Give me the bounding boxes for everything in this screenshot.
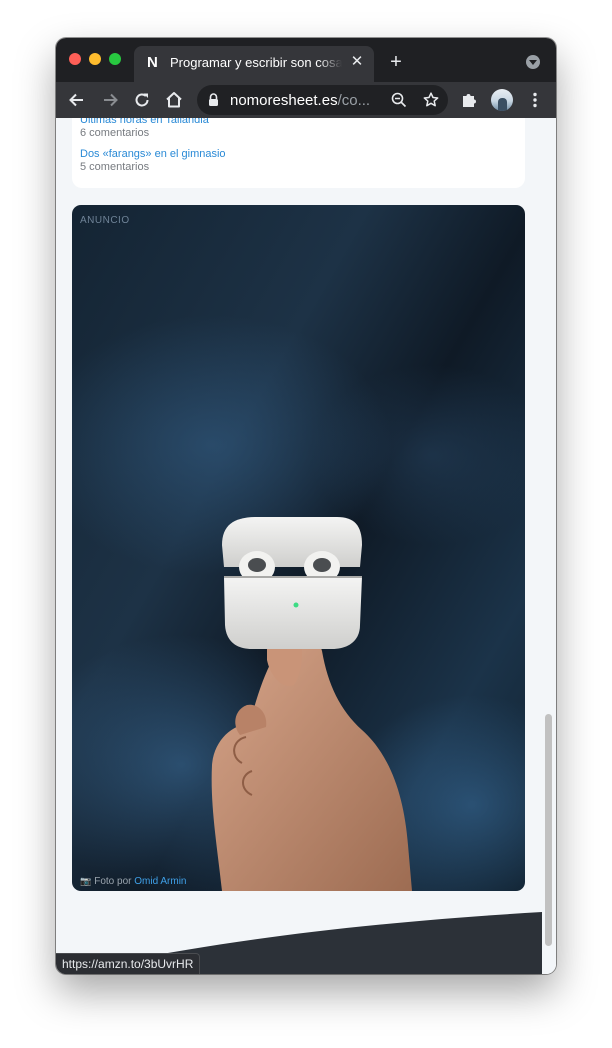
url-path: /co... [337,92,371,109]
post-comment-count: 5 comentarios [80,161,150,173]
forward-button[interactable] [97,87,123,113]
tab-title: Programar y escribir son cosas parecidas [170,55,342,71]
airpods-in-hand-photo [211,517,412,891]
minimize-window-button[interactable] [89,53,101,65]
bookmark-star-icon[interactable] [422,91,440,109]
reload-icon [135,93,149,107]
page-viewport: Últimas horas en Tailandia 6 comentarios… [56,118,556,974]
photo-credit: 📷 Foto por Omid Armin [80,875,186,888]
back-button[interactable] [64,87,90,113]
puzzle-icon [463,94,476,107]
lock-icon [209,93,218,106]
address-bar[interactable]: nomoresheet.es/co... [197,85,448,115]
home-button[interactable] [161,87,187,113]
site-favicon-icon: N [147,54,158,71]
tab-strip: N Programar y escribir son cosas parecid… [56,38,556,82]
post-link[interactable]: Últimas horas en Tailandia [80,118,209,127]
browser-window: N Programar y escribir son cosas parecid… [56,38,556,974]
extensions-button[interactable] [456,87,482,113]
forward-arrow-icon [104,93,118,107]
credit-prefix: Foto por [94,876,132,887]
reload-button[interactable] [129,87,155,113]
link-status-bubble: https://amzn.to/3bUvrHR [56,953,201,974]
url-text: nomoresheet.es/co... [230,92,370,109]
profile-avatar[interactable] [491,89,513,111]
post-comment-count: 6 comentarios [80,127,150,139]
credit-author-link[interactable]: Omid Armin [134,876,186,887]
home-icon [166,92,182,108]
ad-banner[interactable]: ANUNCIO 📷 Foto por Omid Armin [72,205,525,891]
browser-menu-button[interactable] [522,87,548,113]
camera-icon: 📷 [80,876,92,886]
vertical-scrollbar[interactable] [542,118,556,974]
maximize-window-button[interactable] [109,53,121,65]
zoom-out-icon[interactable] [390,91,408,109]
tab-search-icon[interactable] [526,55,540,69]
url-domain: nomoresheet.es [230,92,338,109]
recent-posts-card: Últimas horas en Tailandia 6 comentarios… [72,118,525,188]
scrollbar-thumb[interactable] [545,714,552,946]
new-tab-button[interactable]: + [386,52,406,72]
browser-toolbar: nomoresheet.es/co... [56,82,556,118]
more-vertical-icon [533,92,537,108]
back-arrow-icon [69,93,83,107]
close-window-button[interactable] [69,53,81,65]
post-link[interactable]: Dos «farangs» en el gimnasio [80,148,226,161]
close-tab-icon[interactable]: ✕ [348,53,366,71]
active-tab[interactable]: N Programar y escribir son cosas parecid… [134,46,374,82]
